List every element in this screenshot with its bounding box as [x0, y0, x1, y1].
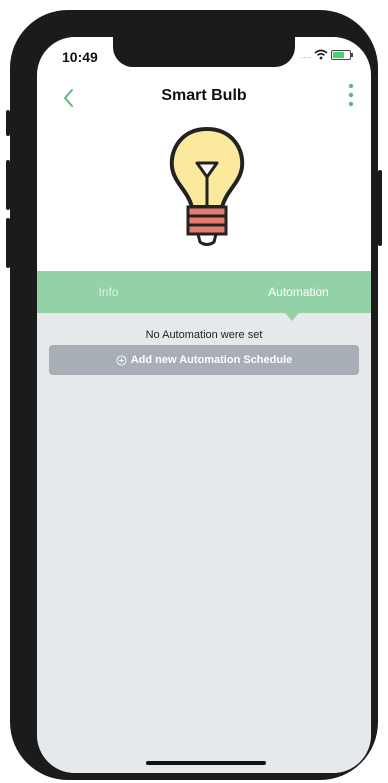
add-automation-label: Add new Automation Schedule: [130, 354, 293, 366]
empty-state-message: No Automation were set: [145, 329, 263, 341]
tab-automation[interactable]: Automation: [215, 271, 371, 313]
page-title: Smart Bulb: [161, 87, 247, 104]
status-time: 10:49: [62, 49, 98, 65]
plus-circle-icon: [116, 354, 127, 366]
home-indicator[interactable]: [146, 761, 266, 765]
light-bulb-icon: [169, 127, 245, 246]
tab-info[interactable]: Info: [37, 271, 192, 313]
signal-dots: ....: [300, 49, 311, 60]
volume-down-button: [6, 218, 10, 268]
battery-icon: [331, 49, 353, 60]
automation-panel: No Automation were set Add new Automatio…: [37, 313, 371, 773]
silent-switch: [6, 110, 10, 136]
volume-up-button: [6, 160, 10, 210]
add-automation-button[interactable]: Add new Automation Schedule: [49, 345, 359, 375]
battery-level: [333, 51, 344, 58]
app-screen: 10:49 .... Smart Bulb Info Automation No…: [37, 37, 371, 773]
device-notch: [113, 37, 295, 67]
tab-bar: Info Automation: [37, 271, 371, 313]
app-header: Smart Bulb: [37, 77, 371, 117]
power-button: [378, 170, 382, 246]
status-icons: ....: [300, 49, 353, 60]
wifi-icon: [314, 49, 328, 60]
phone-frame: 10:49 .... Smart Bulb Info Automation No…: [10, 10, 378, 780]
active-tab-pointer: [285, 313, 299, 321]
kebab-menu-icon[interactable]: [345, 81, 357, 111]
